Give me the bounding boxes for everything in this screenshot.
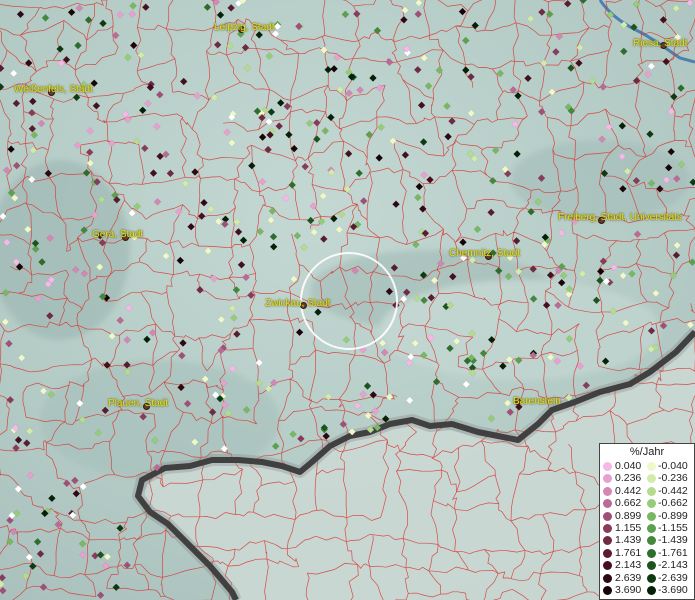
legend-row: 2.143 -2.143 [600,559,695,571]
legend-swatch-negative [647,561,656,571]
city-label-barenstein[interactable]: Barenstein [513,396,561,407]
city-label-freiberg[interactable]: Freiberg, Stadt, Universitäts [558,212,682,223]
legend-row: 3.690 -3.690 [600,584,695,596]
legend-swatch-negative [647,486,656,496]
legend-swatch-negative [647,474,656,484]
legend-swatch-positive [603,474,612,484]
city-label-chemnitz[interactable]: Chemnitz, Stadt [449,248,520,259]
city-label-weissenfels[interactable]: Weißenfels, Stadt [14,84,93,95]
legend-title: %/Jahr [629,446,665,458]
legend-value-negative: -0.442 [658,484,688,497]
legend-swatch-negative [647,536,656,546]
legend-row: 0.236 -0.236 [600,472,695,484]
city-label-zwickau[interactable]: Zwickau, Stadt [265,298,331,309]
legend-swatch-positive [603,486,612,496]
legend-value-negative: -1.761 [658,546,688,559]
legend-value-positive: 1.155 [615,522,642,534]
legend-value-negative: -0.899 [658,509,688,522]
legend-value-negative: -1.439 [658,534,688,547]
legend-value-negative: -0.040 [658,460,688,472]
legend-value-positive: 0.236 [615,472,642,485]
legend-swatch-negative [647,462,656,471]
legend-value-positive: 3.690 [615,584,642,596]
map-canvas[interactable] [0,0,695,600]
legend-value-positive: 0.662 [615,497,642,510]
legend-swatch-positive [603,536,612,546]
legend-swatch-positive [603,499,612,509]
legend-row: 0.442 -0.442 [600,485,695,497]
legend-swatch-positive [603,573,612,583]
legend-value-positive: 2.143 [615,559,642,572]
map-legend: %/Jahr 0.040 -0.040 0.236 -0.236 0.442 -0.442… [599,443,695,600]
legend-row: 0.662 -0.662 [600,497,695,509]
legend-value-negative: -0.662 [658,497,688,510]
city-label-plauen[interactable]: Plauen, Stadt [108,398,168,409]
legend-swatch-negative [647,499,656,509]
legend-swatch-negative [647,586,656,595]
legend-value-positive: 0.040 [615,460,642,472]
city-label-leipzig[interactable]: Leipzig, Stadt [214,22,275,33]
city-label-riesa[interactable]: Riesa, Stadt [633,38,687,49]
legend-swatch-negative [647,524,656,533]
legend-row: 2.639 -2.639 [600,572,695,584]
legend-swatch-negative [647,511,656,521]
legend-swatch-negative [647,548,656,558]
legend-swatch-negative [647,573,656,583]
legend-value-positive: 1.439 [615,534,642,547]
legend-value-negative: -2.143 [658,559,688,572]
legend-swatch-positive [603,524,612,533]
legend-value-positive: 0.442 [615,484,642,497]
legend-value-negative: -0.236 [658,472,688,485]
legend-row: 1.439 -1.439 [600,534,695,546]
legend-value-positive: 0.899 [615,509,642,522]
legend-value-negative: -2.639 [658,571,688,584]
legend-row: 0.899 -0.899 [600,510,695,522]
legend-value-negative: -1.155 [658,522,688,534]
legend-row: 0.040 -0.040 [600,460,695,472]
legend-value-positive: 2.639 [615,571,642,584]
legend-swatch-positive [603,462,612,471]
city-label-gera[interactable]: Gera, Stadt [92,229,143,240]
legend-swatch-positive [603,511,612,521]
legend-row: 1.155 -1.155 [600,522,695,534]
legend-row: 1.761 -1.761 [600,547,695,559]
legend-value-negative: -3.690 [658,584,688,596]
legend-swatch-positive [603,548,612,558]
legend-swatch-positive [603,561,612,571]
legend-swatch-positive [603,586,612,595]
legend-value-positive: 1.761 [615,546,642,559]
